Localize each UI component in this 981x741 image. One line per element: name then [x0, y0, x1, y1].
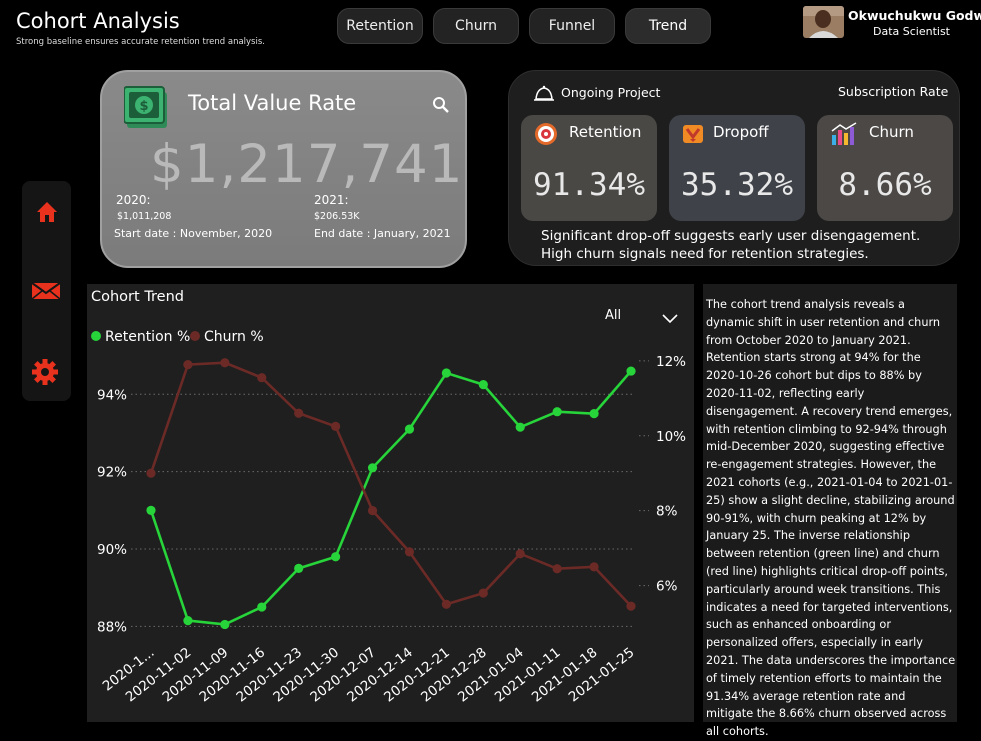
- y-right-tick: 6%: [656, 579, 678, 595]
- sidebar: [22, 181, 71, 401]
- tab-retention[interactable]: Retention: [337, 8, 423, 44]
- kpi-dropoff[interactable]: Dropoff 35.32%: [669, 115, 805, 221]
- bell-icon: [533, 85, 555, 107]
- project-panel: Ongoing Project Subscription Rate Retent…: [508, 70, 960, 266]
- data-point-retention: [183, 615, 193, 626]
- year2-label: 2021:: [314, 193, 349, 207]
- kpi-churn-value: 8.66%: [838, 167, 932, 203]
- data-point-churn: [589, 562, 599, 572]
- legend-marker: [91, 331, 101, 341]
- user-role: Data Scientist: [873, 25, 950, 38]
- target-icon: [531, 121, 561, 151]
- kpi-churn-label: Churn: [869, 123, 914, 141]
- mail-icon[interactable]: [31, 279, 61, 305]
- cohort-trend-chart: Retention % Churn % 88% 90% 92% 94% 6% 8% 10% 12%…: [91, 329, 686, 705]
- data-point-retention: [220, 619, 230, 630]
- bar-chart-icon: [829, 121, 859, 151]
- data-point-churn: [515, 549, 525, 559]
- ongoing-project-label: Ongoing Project: [561, 85, 661, 100]
- start-date: Start date : November, 2020: [114, 227, 273, 240]
- data-point-churn: [294, 408, 304, 418]
- data-point-retention: [146, 505, 156, 515]
- y-left-tick: 88%: [97, 619, 127, 635]
- project-note: Significant drop-off suggests early user…: [541, 228, 921, 262]
- y-left-tick: 90%: [97, 542, 127, 558]
- avatar[interactable]: [803, 6, 844, 38]
- analysis-card: The cohort trend analysis reveals a dyna…: [703, 284, 957, 738]
- y-left-tick: 94%: [97, 387, 127, 403]
- year1-value: $1,011,208: [117, 211, 172, 222]
- subscription-rate-label: Subscription Rate: [838, 84, 949, 99]
- data-point-retention: [294, 563, 304, 573]
- total-value-amount: $1,217,741: [150, 134, 464, 195]
- data-point-churn: [552, 564, 562, 574]
- page-title: Cohort Analysis: [16, 9, 180, 33]
- data-point-retention: [257, 602, 267, 612]
- dropoff-icon: [681, 123, 705, 149]
- user-name: Okwuchukwu Godwill: [848, 8, 981, 23]
- data-point-churn: [257, 373, 267, 383]
- data-point-retention: [552, 407, 562, 417]
- y-right-tick: 12%: [656, 354, 686, 370]
- kpi-retention[interactable]: Retention 91.34%: [521, 115, 657, 221]
- kpi-churn[interactable]: Churn 8.66%: [817, 115, 953, 221]
- tab-churn[interactable]: Churn: [433, 8, 519, 44]
- data-point-retention: [478, 380, 488, 390]
- data-point-retention: [404, 424, 415, 434]
- data-point-churn: [626, 601, 636, 611]
- home-icon[interactable]: [34, 199, 60, 225]
- data-point-churn: [331, 421, 341, 431]
- tab-trend[interactable]: Trend: [625, 8, 711, 44]
- data-point-churn: [441, 599, 451, 609]
- legend-marker: [190, 331, 200, 341]
- kpi-retention-value: 91.34%: [533, 167, 645, 203]
- data-point-churn: [478, 588, 488, 598]
- y-left-tick: 92%: [97, 465, 127, 481]
- data-point-retention: [589, 409, 599, 419]
- data-point-retention: [331, 552, 341, 562]
- kpi-dropoff-label: Dropoff: [713, 123, 769, 141]
- data-point-retention: [515, 422, 525, 432]
- legend-label: Retention %: [105, 329, 190, 345]
- money-icon: $: [123, 84, 170, 136]
- y-right-tick: 10%: [656, 429, 686, 445]
- svg-text:$: $: [139, 99, 148, 114]
- page-subtitle: Strong baseline ensures accurate retenti…: [16, 37, 265, 47]
- year2-value: $206.53K: [314, 211, 360, 222]
- year1-label: 2020:: [116, 193, 151, 207]
- analysis-text: The cohort trend analysis reveals a dyna…: [706, 298, 956, 739]
- legend-label: Churn %: [204, 329, 264, 345]
- total-value-title: Total Value Rate: [188, 91, 357, 115]
- gear-icon[interactable]: [32, 359, 60, 385]
- data-point-churn: [367, 506, 378, 516]
- tab-funnel[interactable]: Funnel: [529, 8, 615, 44]
- data-point-retention: [626, 366, 636, 376]
- kpi-dropoff-value: 35.32%: [681, 167, 793, 203]
- data-point-retention: [367, 463, 378, 473]
- y-right-tick: 8%: [656, 504, 678, 520]
- total-value-card: $ Total Value Rate $1,217,741 2020: $1,0…: [100, 70, 467, 268]
- kpi-retention-label: Retention: [569, 123, 642, 141]
- data-point-churn: [404, 547, 415, 557]
- data-point-churn: [183, 359, 193, 370]
- data-point-churn: [146, 468, 156, 478]
- cohort-trend-card: Cohort Trend All Retention % Churn % 88% 90…: [87, 284, 694, 722]
- search-icon[interactable]: [432, 96, 450, 118]
- data-point-churn: [220, 358, 230, 368]
- end-date: End date : January, 2021: [314, 227, 451, 240]
- data-point-retention: [441, 368, 451, 378]
